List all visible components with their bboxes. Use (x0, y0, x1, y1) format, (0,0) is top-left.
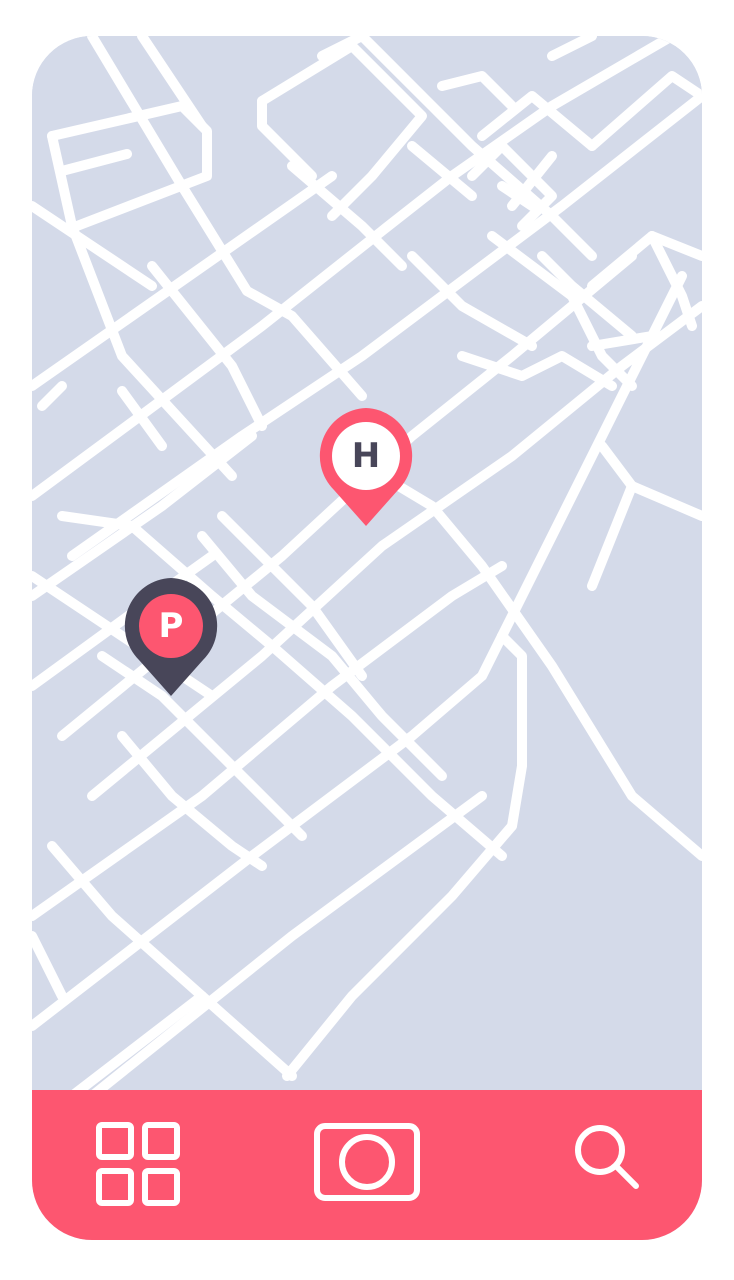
hotel-map-marker[interactable]: H (318, 408, 414, 532)
grid-tab-button[interactable] (96, 1122, 180, 1206)
search-icon (575, 1125, 639, 1189)
hotel-marker-letter: H (351, 436, 381, 476)
grid-icon (96, 1122, 180, 1206)
parking-marker-letter: P (158, 606, 184, 646)
bottom-tab-bar (32, 1090, 702, 1240)
search-tab-button[interactable] (572, 1122, 642, 1192)
camera-tab-button[interactable] (314, 1122, 420, 1202)
phone-screen: H P (32, 36, 702, 1240)
street-map (32, 36, 702, 1096)
parking-map-marker[interactable]: P (123, 578, 219, 702)
camera-icon (314, 1123, 420, 1201)
map-view[interactable] (32, 36, 702, 1096)
